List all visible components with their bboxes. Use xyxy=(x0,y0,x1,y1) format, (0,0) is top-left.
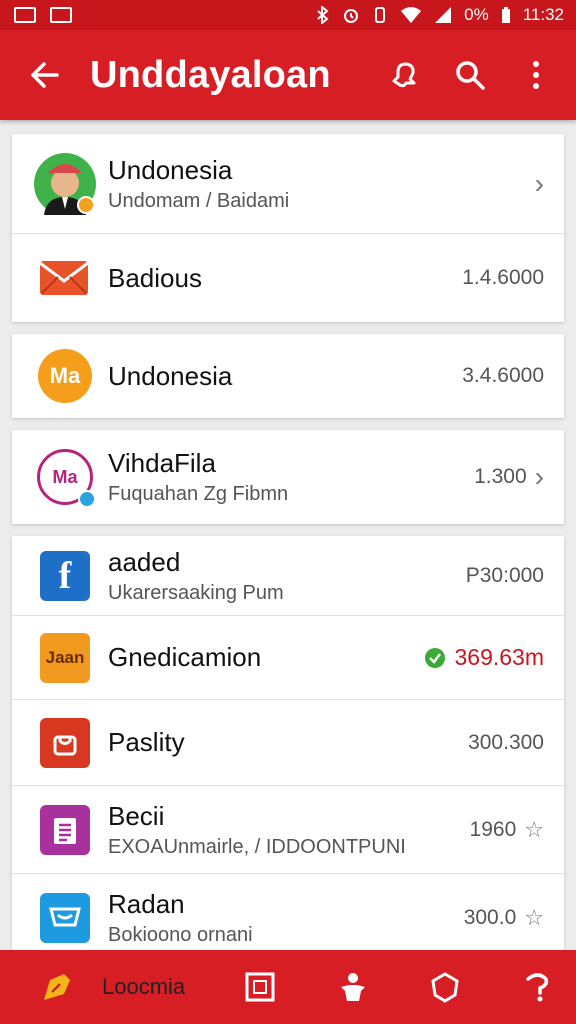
avatar xyxy=(34,887,96,949)
more-vert-icon xyxy=(533,61,539,89)
item-subtitle: Undomam / Baidami xyxy=(108,189,290,212)
notifications-button[interactable] xyxy=(386,57,422,93)
alarm-icon xyxy=(344,9,359,23)
search-icon xyxy=(456,61,485,90)
signal-icon xyxy=(435,7,452,23)
item-title: aaded xyxy=(108,546,181,577)
person-avatar-icon xyxy=(34,152,96,215)
badge-icon: Ma xyxy=(38,349,92,403)
help-icon xyxy=(526,973,549,1002)
list-item[interactable]: Paslity 300.300 xyxy=(12,700,564,786)
item-subtitle: Ukarersaaking Pum xyxy=(108,581,284,604)
item-title: Radan xyxy=(108,889,185,919)
calendar-icon xyxy=(245,972,275,1002)
nav-item-home[interactable]: Loocmia xyxy=(40,970,185,1004)
item-value: 300.0 xyxy=(463,906,517,929)
chat-shield-icon xyxy=(40,893,90,943)
list-item[interactable]: Ma Undonesia 3.4.6000 xyxy=(12,334,564,418)
item-title: Becii xyxy=(108,800,165,831)
vibrate-icon xyxy=(375,7,386,23)
arrow-left-icon xyxy=(31,62,59,88)
list-item[interactable]: Becii EXOAUnmairle, / IDDOONTPUNI 1960 ☆ xyxy=(12,786,564,874)
status-bar: 0% 11:32 xyxy=(0,0,576,30)
bell-icon xyxy=(392,62,416,88)
avatar xyxy=(34,152,96,215)
card-group: Ma VihdaFila Fuquahan Zg Fibmn 1.300 › xyxy=(12,430,564,524)
shield-icon xyxy=(431,972,459,1003)
nav-item-calendar[interactable] xyxy=(242,969,278,1005)
app-bar: Unddayaloan xyxy=(0,30,576,120)
app-logo-icon: Jaan xyxy=(40,632,90,683)
page-title: Unddayaloan xyxy=(90,53,331,96)
avatar xyxy=(34,799,96,861)
avatar: f xyxy=(34,545,96,607)
verified-icon xyxy=(78,490,96,508)
list-item[interactable]: Jaan Gnedicamion 369.63m xyxy=(12,616,564,700)
tag-icon xyxy=(44,974,70,1000)
item-value: P30:000 xyxy=(465,563,544,587)
chevron-right-icon: › xyxy=(534,167,544,199)
item-title: Undonesia xyxy=(108,360,233,391)
item-value: 369.63m xyxy=(454,644,544,670)
list-item[interactable]: f aaded Ukarersaaking Pum P30:000 xyxy=(12,536,564,616)
item-value: 3.4.6000 xyxy=(462,364,544,387)
star-icon[interactable]: ☆ xyxy=(524,817,544,843)
avatar xyxy=(34,712,96,774)
clock: 11:32 xyxy=(522,5,564,24)
battery-icon xyxy=(501,7,510,23)
bottom-navigation: Loocmia xyxy=(0,950,576,1024)
card-group: Undonesia Undomam / Baidami › Badious 1.… xyxy=(12,134,564,322)
avatar: Ma xyxy=(34,345,96,407)
check-badge-icon xyxy=(425,647,446,668)
avatar: Jaan xyxy=(34,627,96,689)
list-item[interactable]: Badious 1.4.6000 xyxy=(12,234,564,322)
shopping-bag-icon xyxy=(40,717,90,768)
notification-icon xyxy=(14,7,36,23)
star-icon[interactable]: ☆ xyxy=(524,905,544,931)
item-title: Badious xyxy=(108,262,202,293)
item-subtitle: EXOAUnmairle, / IDDOONTPUNI xyxy=(108,835,406,858)
seal-logo: Ma xyxy=(52,466,78,487)
avatar: Ma xyxy=(34,446,96,508)
avatar xyxy=(34,247,96,309)
item-subtitle: Fuquahan Zg Fibmn xyxy=(108,483,289,505)
card-group: Ma Undonesia 3.4.6000 xyxy=(12,334,564,418)
list-item[interactable]: Ma VihdaFila Fuquahan Zg Fibmn 1.300 › xyxy=(12,430,564,524)
facebook-icon: f xyxy=(40,550,90,601)
nav-item-help[interactable] xyxy=(520,969,556,1005)
bluetooth-icon xyxy=(317,6,329,24)
item-title: Paslity xyxy=(108,727,185,757)
back-button[interactable] xyxy=(0,61,90,89)
wifi-icon xyxy=(401,7,422,23)
item-list: Undonesia Undomam / Baidami › Badious 1.… xyxy=(12,134,564,974)
item-title: VihdaFila xyxy=(108,448,216,478)
more-options-button[interactable] xyxy=(518,57,554,93)
card-group: f aaded Ukarersaaking Pum P30:000 Jaan G… xyxy=(12,536,564,962)
item-subtitle: Bokioono ornani xyxy=(108,924,253,946)
item-value: 1.4.6000 xyxy=(462,266,544,289)
item-title: Gnedicamion xyxy=(108,642,262,672)
mail-icon xyxy=(39,261,89,295)
list-item[interactable]: Radan Bokioono ornani 300.0 ☆ xyxy=(12,874,564,962)
item-value: 1.300 xyxy=(474,465,527,488)
nav-item-shield[interactable] xyxy=(427,969,463,1005)
notes-icon xyxy=(40,804,90,855)
battery-percentage: 0% xyxy=(464,5,489,24)
item-value: 300.300 xyxy=(468,730,544,754)
search-button[interactable] xyxy=(452,57,488,93)
person-icon xyxy=(340,973,365,1001)
list-item[interactable]: Undonesia Undomam / Baidami › xyxy=(12,134,564,234)
item-title: Undonesia xyxy=(108,154,233,185)
image-notification-icon xyxy=(50,7,72,23)
nav-item-profile[interactable] xyxy=(335,969,371,1005)
nav-label: Loocmia xyxy=(102,974,186,999)
item-value: 1960 xyxy=(469,817,517,841)
chevron-right-icon: › xyxy=(534,461,544,492)
